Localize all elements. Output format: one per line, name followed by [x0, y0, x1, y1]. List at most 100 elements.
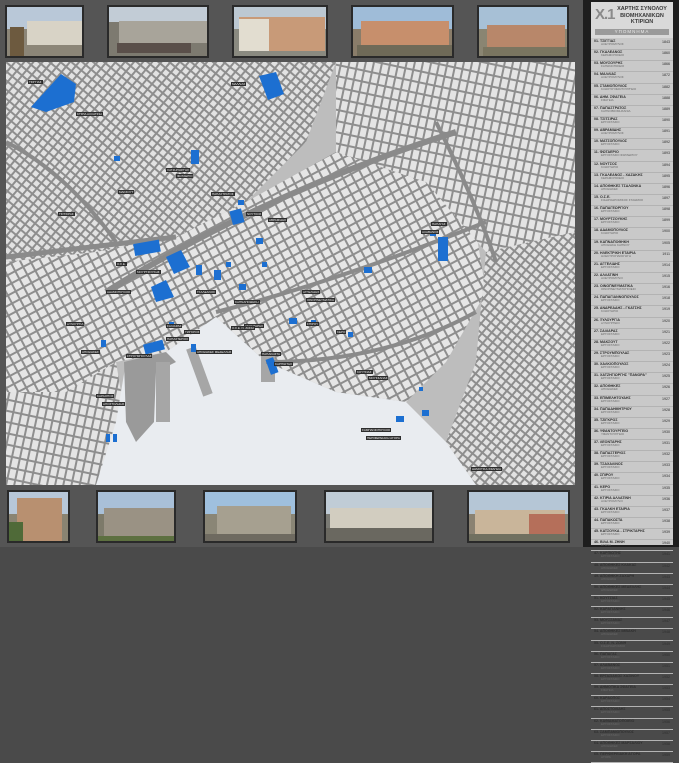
industrial-building[interactable] — [101, 340, 106, 347]
legend-item-type: ΣΙΔΗΡΟΔΡΟΜΙΚΟΣ ΣΤΑΘΜΟΣ — [601, 197, 644, 202]
map-label: ΠΑΠΑΣΤΡΑΤΟΣ — [211, 192, 235, 196]
legend-item-type: ΟΙΝΟΠΝΕΥΜΑΤΟΠΟΙΕΙΟ — [601, 287, 636, 292]
legend-item-type: ΚΛΩΣΤΗΡΙΟ — [601, 164, 619, 169]
legend-item: 25. ΑΝΔΡΕΑΔΗΣ - ΓΚΑΤΣΗΣ ΚΛΩΣΤΗΡΙΟ 1919 — [591, 306, 673, 318]
industrial-building[interactable] — [226, 262, 231, 267]
map-label: Ο.Σ.Ε. Ν. ΖΩΝΗ — [231, 326, 255, 330]
legend-item-type: ΕΡΓΟΣΤΑΣΙΟ — [601, 699, 620, 704]
industrial-building[interactable] — [396, 416, 404, 422]
legend-item-year: 1945 — [662, 597, 670, 602]
industrial-building[interactable] — [256, 238, 263, 244]
legend-item: 40. ΣΠΙΡΟΥ ΕΡΓΟΣΤΑΣΙΟ 1934 — [591, 473, 673, 485]
industrial-building[interactable] — [214, 270, 221, 280]
map-graphic — [6, 62, 575, 485]
legend-item-year: 1927 — [662, 396, 670, 401]
legend-item-year: 1939 — [662, 530, 670, 535]
legend-item-type: ΕΡΓΟΣΤΑΣΙΟ — [601, 420, 620, 425]
legend-item-type: ΑΠΟΘΗΚΗ — [601, 576, 617, 581]
industrial-building[interactable] — [113, 434, 117, 442]
legend-item-year: 1915 — [662, 273, 670, 278]
legend-item-year: 1889 — [662, 106, 670, 111]
industrial-building[interactable] — [262, 262, 267, 267]
industrial-building[interactable] — [422, 410, 429, 416]
legend-item: 06. ΔΗΜ. ΣΦΑΓΕΙΑ ΣΦΑΓΕΙΑ 1888 — [591, 95, 673, 106]
legend-item-year: 1920 — [662, 318, 670, 323]
legend-item-type: ΚΕΡΑΜΟΠΟΙΕΙΟ — [601, 175, 625, 180]
legend-item-year: 1932 — [662, 452, 670, 457]
industrial-building[interactable] — [364, 267, 372, 273]
legend-item-type: ΕΡΓΟΣΤΑΣΙΟ — [601, 621, 620, 626]
legend-item-year: 1950 — [662, 652, 670, 657]
legend-item: 56. ΠΑΠΑΓΑΣ ΕΡΓΟΣΤΑΣΙΟ 1950 — [591, 652, 673, 663]
legend-item: 28. ΜΑΚΣΟΥΤ ΕΡΓΟΣΤΑΣΙΟ 1922 — [591, 340, 673, 351]
legend-item-year: 1957 — [662, 730, 670, 735]
industrial-building[interactable] — [114, 156, 120, 161]
legend-item: 11. ΦΩΤΑΕΡΙΟ ΕΡΓΟΣΤΑΣΙΟ ΦΩΤΑΕΡΙΟΥ 1893 — [591, 150, 673, 162]
map-label: ΣΑΛΙΑΡΑΣ — [166, 324, 183, 328]
industrial-building[interactable] — [348, 332, 353, 337]
legend-item-type: ΕΡΓΟΣΤΑΣΙΟ ΦΩΤΑΕΡΙΟΥ — [601, 153, 638, 158]
map-label: ΤΖΙΓΚΡΟΣ — [184, 330, 201, 334]
legend-item-year: 1952 — [662, 675, 670, 680]
legend-item: 35. ΤΖΙΓΚΡΟΣ ΕΡΓΟΣΤΑΣΙΟ 1929 — [591, 418, 673, 429]
legend-item: 20. ΗΛΕΚΤΡΙΚΗ ΕΤΑΙΡΙΑ ΗΛΕΚΤΡΟΠΑΡΑΓΩΓΗ 1911 — [591, 251, 673, 262]
legend-item-year: 1946 — [662, 608, 670, 613]
legend-item-year: 1931 — [662, 441, 670, 446]
legend-panel: X.1 ΧΑΡΤΗΣ ΣΥΝΟΛΟΥ ΒΙΟΜΗΧΑΝΙΚΩΝ ΚΤΙΡΙΩΝ … — [591, 2, 673, 763]
legend-item-type: ΕΡΓΟΣΤΑΣΙΟ — [601, 443, 620, 448]
legend-item-year: 1935 — [662, 485, 670, 490]
legend-item: 50. ΑΠΟΘΗΚΕΣ ΜΕΔΕΛΛΗΣ ΑΠΟΘΗΚΕΣ 1944 — [591, 585, 673, 597]
legend-item-type: ΚΑΠΝΟΒΙΟΜΗΧΑΝΙΑ — [601, 108, 631, 113]
legend-item-year: 1866 — [662, 62, 670, 67]
legend-item: 54. ΑΠΟΘΗΚΕΣ ΙΜΒΑΚΗ ΑΠΟΘΗΚΕΣ 1948 — [591, 629, 673, 641]
legend-item-type: ΕΡΓΟΣΤΑΣΙΟ — [601, 509, 620, 514]
map-label: ΑΓΓΕΛΙΔΗΣ — [302, 290, 321, 294]
industrial-building[interactable] — [419, 387, 423, 391]
map-label: ΝΟΥΤΣΟΣ — [246, 212, 263, 216]
legend-item-type: ΕΡΓΟΣΤΑΣΙΟ — [601, 532, 620, 537]
industrial-building[interactable] — [106, 434, 110, 442]
legend-item: 01. ΤΣΙΓΓΙΑΣ ΑΛΕΥΡΟΜΥΛΟΣ 1843 — [591, 39, 673, 51]
photo-bottom-3 — [203, 490, 297, 543]
legend-item: 38. ΠΑΠΑΣΤΕΡΙΟΣ ΕΡΓΟΣΤΑΣΙΟ 1932 — [591, 451, 673, 463]
legend-item-year: 1944 — [662, 585, 670, 590]
photo-bottom-1 — [7, 490, 70, 543]
industrial-building[interactable] — [289, 318, 297, 324]
map-label: ΑΛΑΒΑΝΟΣ — [421, 230, 440, 234]
map-label: ΑΔΑΜΟΠΟΥΛΟΣ — [106, 290, 132, 294]
legend-item-year: 1940 — [662, 541, 670, 546]
sheet-number: X.1 — [595, 6, 615, 23]
map-label: ΚΑΡΠΙΩΤΗΣ — [274, 362, 294, 366]
legend-item: 41. ΚΕΡΟ ΕΡΓΟΣΤΑΣΙΟ 1935 — [591, 485, 673, 496]
legend-item-type: ΑΛΕΥΡΟΜΥΛΟΙ — [601, 275, 623, 280]
legend-item-type: ΕΡΓΟΣΤΑΣΙΟ — [601, 610, 620, 615]
legend-item: 46. ΒΙΛΑ Μ. ΖΗΝΗ ΚΤΙΡΙΟ 1940 — [591, 540, 673, 552]
legend-item-year: 1951 — [662, 663, 670, 668]
legend-item: 23. ΟΙΝΟΠΝΕΥΜΑΤΙΚΑ ΟΙΝΟΠΝΕΥΜΑΤΟΠΟΙΕΙΟ 1916 — [591, 284, 673, 296]
legend-item-year: 1872 — [662, 73, 670, 78]
legend-item-year: 1894 — [662, 162, 670, 167]
legend-item-type: ΕΡΓΟΣΤΑΣΙΟ — [601, 721, 620, 726]
legend-item: 64. ΑΠΟΘΗΚΕΣ ΜΑΡΣΑΛΙΟΥ ΑΠΟΘΗΚΕΣ 1958 — [591, 741, 673, 752]
industrial-building[interactable] — [191, 150, 199, 164]
legend-item: 47. ΚΑΡΠΙΩΤΗΣ ΕΡΓΟΣΤΑΣΙΟ 1941 — [591, 551, 673, 563]
legend-item-year: 1948 — [662, 630, 670, 635]
map-label: ΣΑΜΠΑΝΙΟΠΟΥΛΟΣ — [361, 428, 392, 432]
industrial-building[interactable] — [196, 265, 202, 275]
industrial-building[interactable] — [239, 284, 246, 290]
legend-item-type: ΑΠΟΘΗΚΕΣ — [601, 632, 618, 637]
legend-item-year: 1918 — [662, 296, 670, 301]
photo-bottom-5 — [467, 490, 570, 543]
industrial-building[interactable] — [238, 200, 244, 205]
legend-item: 52. ΚΑΡΑΓΙΑΝΝΗΣ ΕΡΓΟΣΤΑΣΙΟ 1946 — [591, 607, 673, 619]
poster: ΤΣΙΓΓΙΑΣ ΜΑΛΛΙΑΣ ΚΤΙΡΙΑ ΑΛΛΑΤΙΝΗ ΧΑΤΖΗΓΙΩΡΓ… — [0, 0, 583, 547]
industrial-building[interactable] — [438, 237, 448, 261]
legend-item-type: ΕΡΓΟΣΤΑΣΙΟ — [601, 677, 620, 682]
legend-item: 07. ΠΑΠΑΣΤΡΑΤΟΣ ΚΑΠΝΟΒΙΟΜΗΧΑΝΙΑ 1889 — [591, 106, 673, 117]
legend-item-year: 1899 — [662, 218, 670, 223]
legend-item-year: 1893 — [662, 151, 670, 156]
legend-item-year: 1924 — [662, 363, 670, 368]
map-label: ΓΚΑΛΕΑΝΟΣ — [196, 290, 217, 294]
photo-top-1 — [5, 5, 84, 58]
legend-item-type: ΕΡΓΟΣΤΑΣΙΟ — [601, 142, 620, 147]
